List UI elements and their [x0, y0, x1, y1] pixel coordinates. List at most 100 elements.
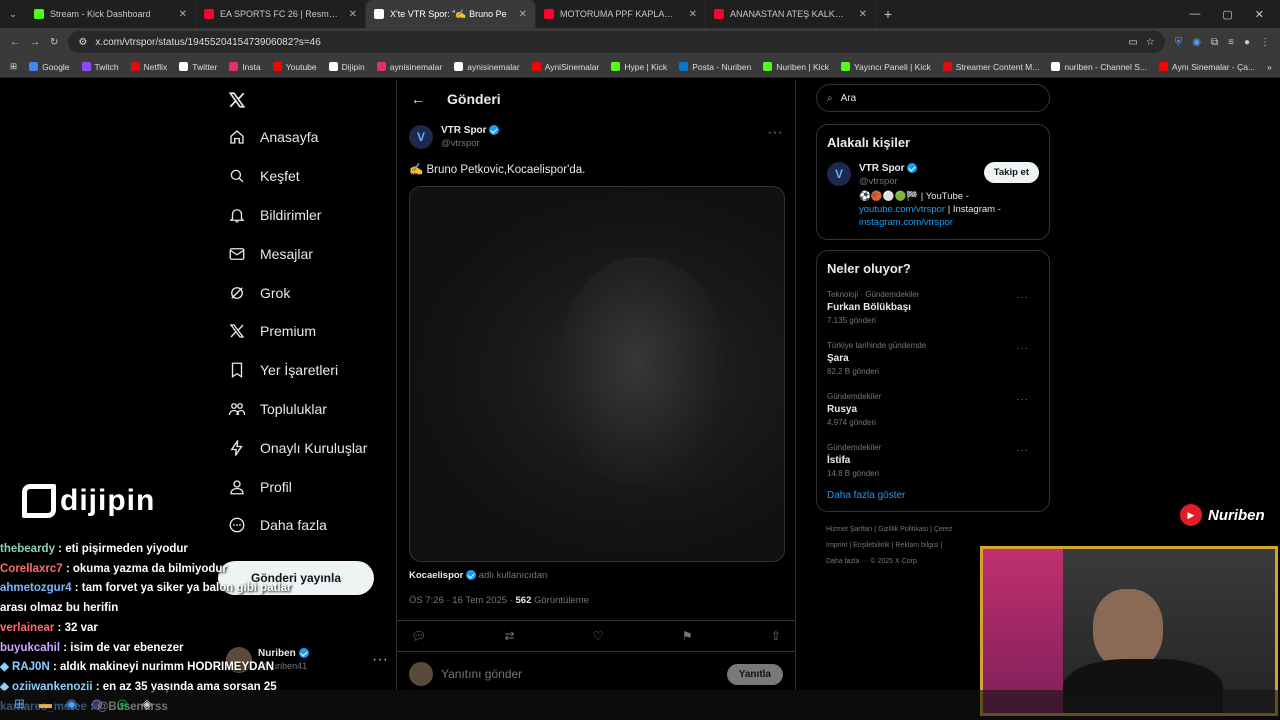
trend-meta: Gündemdekiler [827, 392, 882, 401]
reply-icon[interactable]: 💬︎ [411, 629, 426, 643]
nav-item-5[interactable]: Premium [218, 312, 388, 351]
bookmark-item[interactable]: Hype | Kick [611, 62, 667, 72]
author-name[interactable]: VTR Spor [441, 125, 487, 136]
menu-icon[interactable]: ≡ [1228, 37, 1234, 48]
dijipin-logo: dijipin [22, 484, 155, 518]
extensions-icon[interactable]: ⧉ [1211, 37, 1218, 48]
bookmark-item[interactable]: AyniSinemalar [531, 62, 599, 72]
back-arrow-icon[interactable]: ← [411, 91, 425, 107]
nav-item-2[interactable]: Bildirimler [218, 196, 388, 235]
author-avatar[interactable]: V [409, 125, 433, 149]
bookmarks-overflow-icon[interactable]: » [1267, 62, 1272, 72]
bookmark-item[interactable]: Aynı Sinemalar - Ça... [1159, 62, 1255, 72]
site-info-icon[interactable]: ⚙ [78, 37, 87, 48]
trend-more-icon[interactable]: ··· [1016, 394, 1029, 405]
tab-3[interactable]: MOTORUMA PPF KAPLAMA YA ✕ [536, 0, 706, 28]
new-tab-button[interactable]: + [876, 6, 900, 22]
tab-close-icon[interactable]: ✕ [689, 9, 697, 20]
star-icon[interactable]: ☆ [1146, 37, 1155, 48]
follow-button[interactable]: Takip et [983, 162, 1039, 183]
close-window-icon[interactable]: ✕ [1255, 8, 1264, 21]
address-bar[interactable]: ⚙ x.com/vtrspor/status/19455204154739060… [68, 31, 1165, 53]
footer-links-1[interactable]: Hizmet Şartları | Gizlilik Politikası | … [826, 522, 1050, 538]
back-icon[interactable]: ← [10, 37, 20, 48]
reload-icon[interactable]: ↻ [50, 37, 58, 48]
show-more-link[interactable]: Daha fazla göster [827, 488, 1039, 501]
nav-item-9[interactable]: Profil [218, 467, 388, 506]
search-box[interactable]: ⌕ Ara [816, 84, 1050, 112]
tab-search-icon[interactable]: ⌄ [0, 0, 26, 28]
bookmarks-bar: ⊞ Google Twitch Netflix Twitter Insta Youtube… [0, 56, 1280, 78]
relevant-avatar[interactable]: V [827, 162, 851, 186]
bookmark-item[interactable]: Insta [229, 62, 261, 72]
bookmark-item[interactable]: aynisinemalar [376, 62, 442, 72]
trend-item[interactable]: Gündemdekiler Rusya 4.974 gönderi ··· [827, 386, 1039, 437]
steam-icon[interactable]: ◈ [142, 696, 152, 712]
bookmark-item[interactable]: Youtube [272, 62, 317, 72]
minimize-icon[interactable]: — [1189, 8, 1200, 21]
nav-item-4[interactable]: Grok [218, 273, 388, 312]
reply-input[interactable]: Yanıtını gönder [441, 667, 522, 681]
relevant-name[interactable]: VTR Spor [859, 163, 905, 174]
extension-globe-icon[interactable]: ◉ [1192, 37, 1201, 48]
bookmark-item[interactable]: Google [29, 62, 70, 72]
apps-grid-icon[interactable]: ⊞ [10, 61, 17, 72]
windows-start-icon[interactable]: ⊞ [14, 696, 25, 712]
nav-item-6[interactable]: Yer İşaretleri [218, 351, 388, 390]
trend-item[interactable]: Türkiye tarihinde gündemde Şara 82,2 B gön… [827, 335, 1039, 386]
cast-icon[interactable]: ▭ [1128, 37, 1137, 48]
nav-item-10[interactable]: Daha fazla [218, 506, 388, 545]
like-icon[interactable]: ♡ [593, 629, 604, 643]
bookmark-item[interactable]: aynisinemalar [454, 62, 520, 72]
bookmark-item[interactable]: Nuriben | Kick [763, 62, 829, 72]
bookmark-item[interactable]: Yayıncı Paneli | Kick [841, 62, 931, 72]
repost-icon[interactable]: ⇄ [505, 629, 515, 643]
nav-item-7[interactable]: Topluluklar [218, 390, 388, 429]
forward-icon[interactable]: → [30, 37, 40, 48]
bio-link-instagram[interactable]: instagram.com/vtrspor [859, 217, 953, 228]
nav-item-3[interactable]: Mesajlar [218, 234, 388, 273]
reply-button[interactable]: Yanıtla [726, 663, 783, 685]
bookmark-item[interactable]: Netflix [130, 62, 167, 72]
post-more-icon[interactable]: ··· [767, 124, 783, 142]
tab-close-icon[interactable]: ✕ [179, 9, 187, 20]
file-explorer-icon[interactable]: ▬ [39, 696, 52, 712]
tab-close-icon[interactable]: ✕ [859, 9, 867, 20]
spotify-icon[interactable]: ◎ [117, 696, 128, 712]
avatar-icon[interactable]: ● [1244, 37, 1250, 48]
tab-4[interactable]: ANANASTAN ATEŞ KALKANI YA ✕ [706, 0, 876, 28]
bookmark-item[interactable]: Twitch [81, 62, 119, 72]
post-timestamp[interactable]: ÖS 7:26 · 16 Tem 2025 · [409, 595, 516, 606]
nav-item-1[interactable]: Keşfet [218, 157, 388, 196]
bookmark-item[interactable]: Twitter [179, 62, 217, 72]
bookmark-item[interactable]: nuriben - Channel S... [1051, 62, 1147, 72]
trend-more-icon[interactable]: ··· [1016, 445, 1029, 456]
tab-close-icon[interactable]: ✕ [349, 9, 357, 20]
bookmark-icon[interactable]: ⚑ [682, 629, 693, 643]
bookmark-item[interactable]: Streamer Content M... [942, 62, 1039, 72]
bio-link-youtube[interactable]: youtube.com/vtrspor [859, 204, 945, 215]
nav-item-0[interactable]: Anasayfa [218, 118, 388, 157]
discord-icon[interactable]: ◍ [91, 696, 102, 712]
tab-0[interactable]: Stream - Kick Dashboard ✕ [26, 0, 196, 28]
trend-more-icon[interactable]: ··· [1016, 292, 1029, 303]
author-handle[interactable]: @vtrspor [441, 137, 499, 150]
kebab-menu-icon[interactable]: ⋮ [1260, 37, 1270, 48]
browser-tab-bar: ⌄ Stream - Kick Dashboard ✕ EA SPORTS FC 2… [0, 0, 1280, 28]
trend-item[interactable]: Teknoloji · Gündemdekiler Furkan Bölükbaş… [827, 284, 1039, 335]
trend-item[interactable]: Gündemdekiler İstifa 14,8 B gönderi ··· [827, 437, 1039, 488]
nav-item-8[interactable]: Onaylı Kuruluşlar [218, 428, 388, 467]
bookmark-item[interactable]: Posta - Nuriben [679, 62, 751, 72]
extension-shield-icon[interactable]: ⛨ [1175, 37, 1183, 48]
trend-more-icon[interactable]: ··· [1016, 343, 1029, 354]
post-image[interactable] [409, 186, 785, 562]
chrome-icon[interactable]: ◉ [66, 696, 77, 712]
tab-1[interactable]: EA SPORTS FC 26 | Resmi Tanıtı ✕ [196, 0, 366, 28]
x-logo-icon[interactable] [218, 82, 388, 118]
media-credit-name[interactable]: Kocaelispor [409, 570, 463, 581]
tab-2[interactable]: X'te VTR Spor: "✍️ Bruno Pe ✕ [366, 0, 536, 28]
share-icon[interactable]: ⇧ [771, 629, 781, 643]
tab-close-icon[interactable]: ✕ [519, 9, 527, 20]
maximize-icon[interactable]: ▢ [1222, 8, 1232, 21]
bookmark-item[interactable]: Dijipin [328, 62, 365, 72]
